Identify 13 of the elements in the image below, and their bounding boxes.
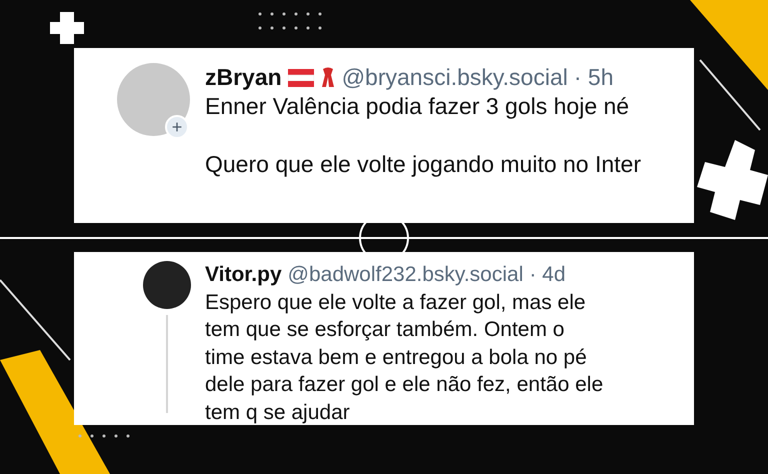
follow-button[interactable]: + (165, 115, 189, 139)
post-text: Espero que ele volte a fazer gol, mas ele tem que se esforçar também. Ontem o time estava bem e entregou a bola no pé dele para fazer gol e ele não fez, então ele tem q se ajudar (205, 290, 604, 426)
post-text: Quero que ele volte jogando muito no Inter (205, 150, 642, 179)
post-time: · 5h (574, 63, 614, 92)
author-handle: @badwolf232.bsky.social (288, 262, 524, 288)
avatar-photo-placeholder (143, 261, 191, 309)
post-text: Enner Valência podia fazer 3 gols hoje né (205, 92, 630, 121)
scarf-icon (320, 66, 336, 88)
author-name: zBryan (205, 63, 282, 92)
post-time: · 4d (529, 262, 566, 288)
author-name: Vitor.py (205, 262, 282, 288)
flag-icon (288, 68, 314, 86)
author-handle: @bryansci.bsky.social (342, 63, 568, 92)
